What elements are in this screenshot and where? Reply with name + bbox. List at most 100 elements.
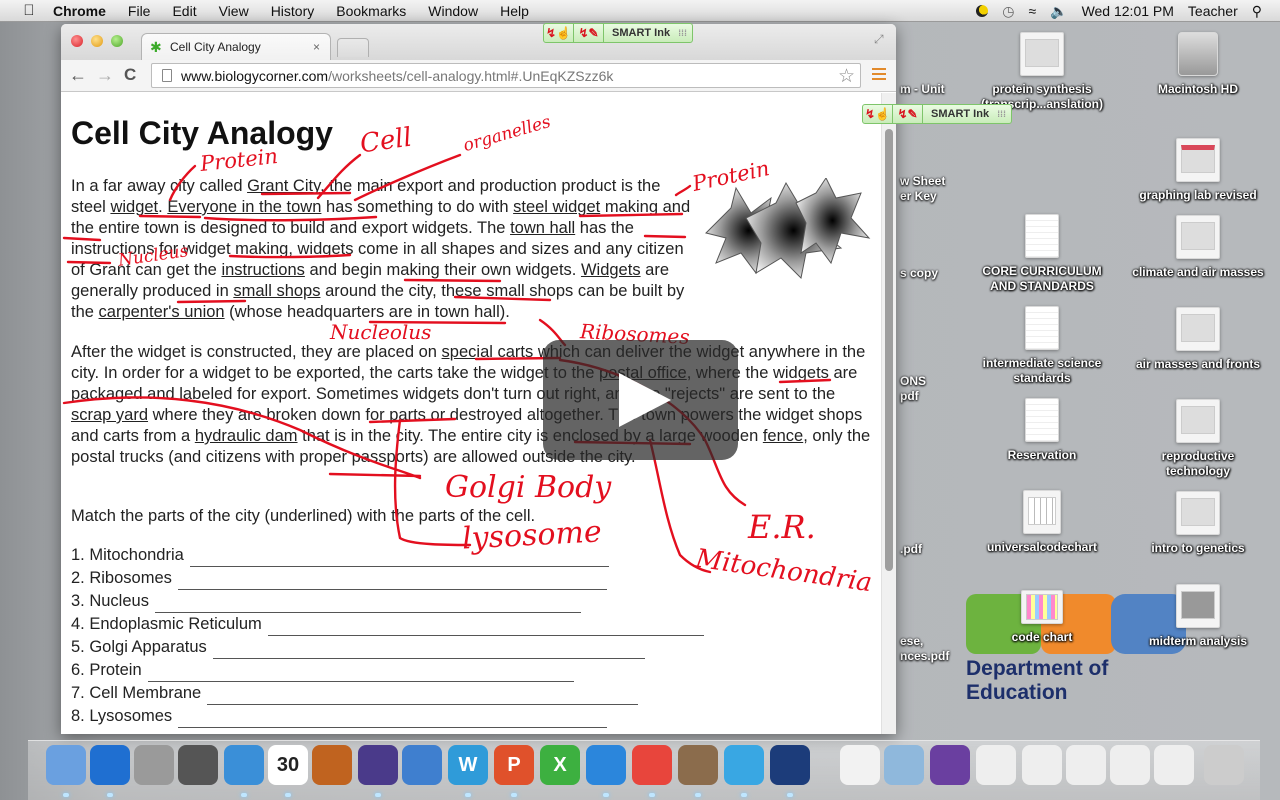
smart-ink-label[interactable]: SMART Ink bbox=[604, 27, 678, 39]
desktop-icon[interactable]: protein synthesis (transcrip...anslation… bbox=[972, 32, 1112, 112]
video-play-button[interactable] bbox=[543, 340, 738, 460]
desktop-icon[interactable]: Reservation bbox=[972, 398, 1112, 463]
answer-blank[interactable] bbox=[147, 666, 574, 682]
desktop-icon[interactable]: code chart bbox=[972, 590, 1112, 645]
window-zoom-button[interactable] bbox=[111, 35, 123, 47]
tab-close-icon[interactable]: × bbox=[313, 40, 320, 54]
desktop-partial-label[interactable]: pdf bbox=[900, 389, 919, 404]
answer-blank[interactable] bbox=[154, 597, 581, 613]
dock-safari-icon[interactable] bbox=[224, 745, 264, 785]
answer-blank[interactable] bbox=[189, 551, 609, 567]
desktop-partial-label[interactable]: ONS bbox=[900, 374, 926, 389]
document-file-icon bbox=[1025, 398, 1059, 442]
window-minimize-button[interactable] bbox=[91, 35, 103, 47]
smart-ink-grip-icon[interactable]: ⁞⁞⁞ bbox=[678, 28, 692, 38]
time-machine-icon[interactable]: ◷ bbox=[1002, 3, 1014, 20]
desktop-partial-label[interactable]: w Sheet bbox=[900, 174, 945, 189]
dock-ilife-icon[interactable] bbox=[930, 745, 970, 785]
dock-trash-icon[interactable] bbox=[1204, 745, 1244, 785]
menu-window[interactable]: Window bbox=[428, 3, 478, 19]
dock-excel-icon[interactable]: X bbox=[540, 745, 580, 785]
dock-mission-control-icon[interactable] bbox=[178, 745, 218, 785]
dock-documents-icon[interactable] bbox=[840, 745, 880, 785]
smart-ink-toolbar[interactable]: ↯☝ ↯✎ SMART Ink ⁞⁞⁞ bbox=[543, 23, 694, 43]
menu-history[interactable]: History bbox=[271, 3, 315, 19]
fullscreen-icon[interactable]: ⤢ bbox=[874, 32, 888, 46]
chrome-browser-window: ✱ Cell City Analogy × ⤢ ← → C www.biolog… bbox=[61, 24, 896, 734]
dock-dvd-player-icon[interactable] bbox=[724, 745, 764, 785]
desktop-partial-label[interactable]: s copy bbox=[900, 266, 938, 281]
status-moon-icon[interactable] bbox=[976, 5, 989, 17]
tab-cell-city-analogy[interactable]: ✱ Cell City Analogy × bbox=[141, 33, 331, 60]
desktop-icon[interactable]: air masses and fronts bbox=[1128, 307, 1268, 372]
menu-edit[interactable]: Edit bbox=[172, 3, 196, 19]
dock-window-5-icon[interactable] bbox=[1154, 745, 1194, 785]
desktop-icon[interactable]: intermediate science standards bbox=[972, 306, 1112, 386]
reload-button[interactable]: C bbox=[124, 65, 136, 85]
desktop-icon[interactable]: graphing lab revised bbox=[1128, 138, 1268, 203]
dock-window-4-icon[interactable] bbox=[1110, 745, 1150, 785]
forward-button[interactable]: → bbox=[96, 65, 114, 86]
dock-iphoto-icon[interactable] bbox=[678, 745, 718, 785]
answer-blank[interactable] bbox=[267, 620, 704, 636]
dock-window-3-icon[interactable] bbox=[1066, 745, 1106, 785]
dock-window-2-icon[interactable] bbox=[1022, 745, 1062, 785]
scrollbar-thumb[interactable] bbox=[885, 129, 893, 571]
wifi-icon[interactable]: ≈ bbox=[1028, 3, 1036, 19]
dock-applications-icon[interactable] bbox=[884, 745, 924, 785]
dock-script-editor-icon[interactable] bbox=[358, 745, 398, 785]
chrome-menu-icon[interactable] bbox=[872, 68, 886, 80]
window-close-button[interactable] bbox=[71, 35, 83, 47]
desktop-partial-label[interactable]: er Key bbox=[900, 189, 937, 204]
new-tab-button[interactable] bbox=[337, 38, 369, 57]
smart-ink-toolbar[interactable]: ↯☝ ↯✎ SMART Ink ⁞⁞⁞ bbox=[862, 104, 1013, 124]
dock-calendar-icon[interactable]: 30 bbox=[268, 745, 308, 785]
menu-file[interactable]: File bbox=[128, 3, 151, 19]
desktop-icon[interactable]: midterm analysis bbox=[1128, 584, 1268, 649]
dock-keynote-icon[interactable] bbox=[312, 745, 352, 785]
smart-ink-select-tool-icon[interactable]: ↯☝ bbox=[544, 24, 574, 42]
desktop-icon[interactable]: CORE CURRICULUM AND STANDARDS bbox=[972, 214, 1112, 294]
desktop-partial-label[interactable]: m - Unit bbox=[900, 82, 945, 97]
menu-chrome[interactable]: Chrome bbox=[53, 3, 106, 19]
dock-powerpoint-icon[interactable]: P bbox=[494, 745, 534, 785]
dock-numbers-icon[interactable] bbox=[402, 745, 442, 785]
desktop-icon[interactable]: reproductive technology bbox=[1128, 399, 1268, 479]
answer-blank[interactable] bbox=[178, 712, 608, 728]
desktop-partial-label[interactable]: .pdf bbox=[900, 542, 922, 557]
dock-launchpad-icon[interactable] bbox=[134, 745, 174, 785]
desktop-icon[interactable]: climate and air masses bbox=[1128, 215, 1268, 280]
dock-itunes-icon[interactable] bbox=[90, 745, 130, 785]
address-bar[interactable]: www.biologycorner.com/worksheets/cell-an… bbox=[151, 63, 861, 88]
desktop-icon[interactable]: intro to genetics bbox=[1128, 491, 1268, 556]
apple-menu-icon[interactable]:  bbox=[19, 2, 39, 19]
bookmark-star-icon[interactable]: ☆ bbox=[838, 65, 855, 88]
page-scrollbar[interactable] bbox=[881, 93, 896, 734]
dock-chrome-icon[interactable] bbox=[632, 745, 672, 785]
menu-help[interactable]: Help bbox=[500, 3, 529, 19]
desktop-icon[interactable]: universalcodechart bbox=[972, 490, 1112, 555]
smart-ink-grip-icon[interactable]: ⁞⁞⁞ bbox=[997, 109, 1011, 119]
dock-window-1-icon[interactable] bbox=[976, 745, 1016, 785]
dock-quicktime-icon[interactable] bbox=[770, 745, 810, 785]
answer-blank[interactable] bbox=[212, 643, 645, 659]
desktop-partial-label[interactable]: nces.pdf bbox=[900, 649, 949, 664]
volume-icon[interactable]: 🔈 bbox=[1050, 3, 1067, 20]
smart-ink-select-tool-icon[interactable]: ↯☝ bbox=[863, 105, 893, 123]
menu-view[interactable]: View bbox=[219, 3, 249, 19]
user-menu[interactable]: Teacher bbox=[1188, 3, 1238, 19]
back-button[interactable]: ← bbox=[69, 65, 87, 86]
dock-app-store-icon[interactable] bbox=[586, 745, 626, 785]
answer-blank[interactable] bbox=[177, 574, 607, 590]
desktop-icon[interactable]: Macintosh HD bbox=[1128, 32, 1268, 97]
desktop-partial-label[interactable]: ese, bbox=[900, 634, 923, 649]
smart-ink-pen-tool-icon[interactable]: ↯✎ bbox=[893, 105, 923, 123]
dock-word-icon[interactable]: W bbox=[448, 745, 488, 785]
smart-ink-pen-tool-icon[interactable]: ↯✎ bbox=[574, 24, 604, 42]
menu-bookmarks[interactable]: Bookmarks bbox=[336, 3, 406, 19]
clock[interactable]: Wed 12:01 PM bbox=[1082, 3, 1174, 19]
answer-blank[interactable] bbox=[207, 689, 639, 705]
dock-finder-icon[interactable] bbox=[46, 745, 86, 785]
spotlight-search-icon[interactable]: ⚲ bbox=[1252, 3, 1262, 20]
smart-ink-label[interactable]: SMART Ink bbox=[923, 108, 997, 120]
